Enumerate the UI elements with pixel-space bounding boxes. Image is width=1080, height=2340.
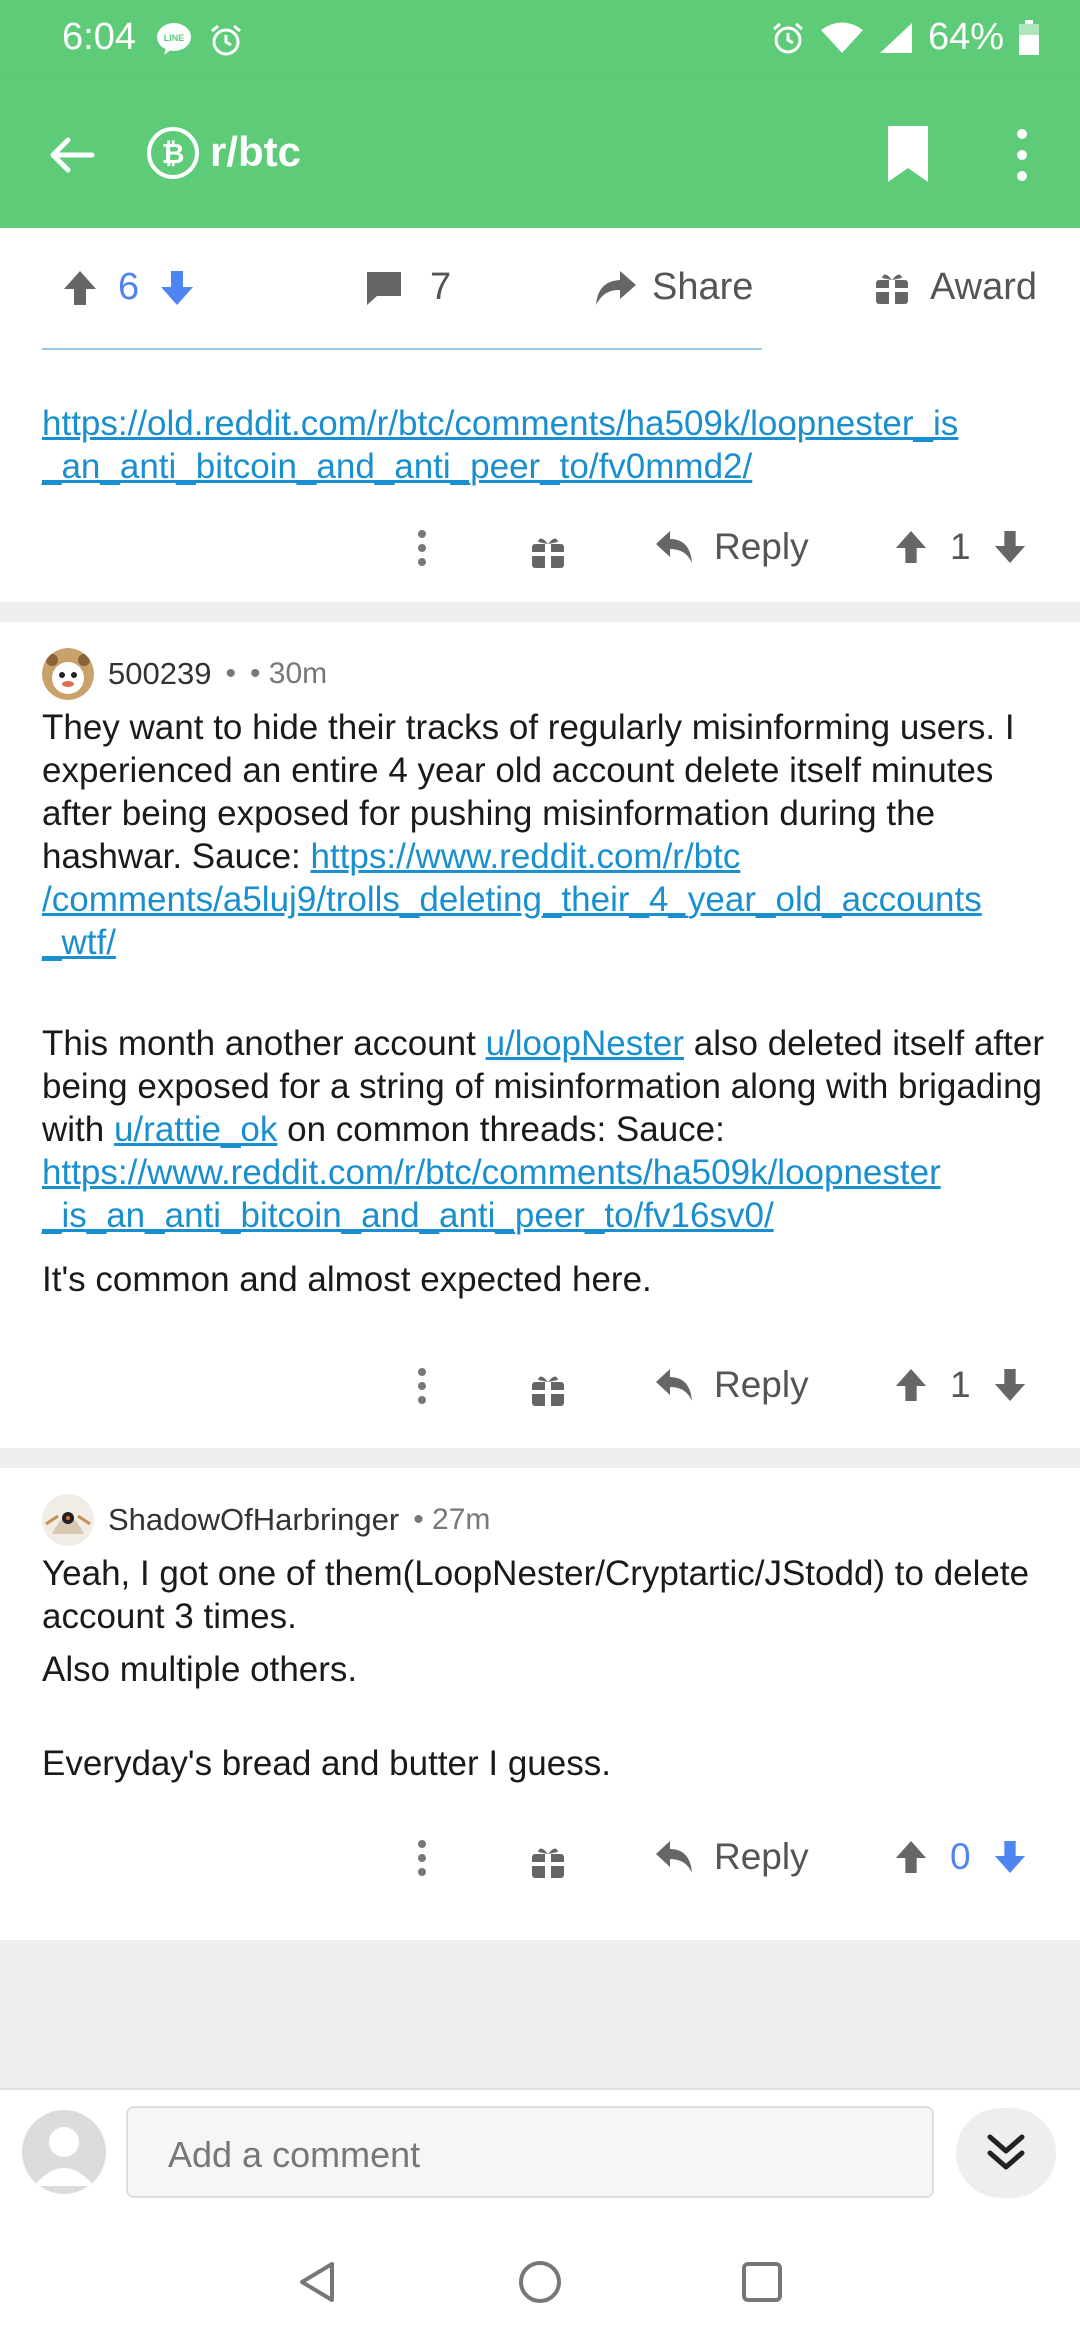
comment-text: on common threads: Sauce: [277, 1110, 725, 1149]
comment-link[interactable]: https://old.reddit.com/r/btc/comments/ha… [42, 404, 958, 486]
nav-recents-icon[interactable] [740, 2260, 784, 2304]
upvote-icon[interactable] [894, 1367, 928, 1403]
upvote-icon[interactable] [894, 529, 928, 565]
comment-actions: Reply 1 [0, 1350, 1080, 1430]
signal-icon [879, 22, 912, 53]
alarm-icon [772, 22, 803, 53]
comment-score: 1 [950, 526, 971, 567]
system-nav-bar [0, 2216, 1080, 2340]
downvote-icon[interactable] [993, 1839, 1027, 1875]
svg-text:₿: ₿ [162, 138, 185, 169]
reply-button[interactable]: Reply [654, 526, 809, 568]
comment: https://old.reddit.com/r/btc/comments/ha… [0, 348, 1080, 602]
comment-header: 500239 • • 30m [42, 648, 327, 700]
more-vert-icon[interactable] [410, 1364, 434, 1408]
status-time: 6:04 [62, 16, 136, 58]
bitcoin-icon: ₿ [147, 127, 199, 179]
reply-label: Reply [714, 1836, 809, 1877]
comment-header: ShadowOfHarbringer • 27m [42, 1494, 490, 1546]
reply-button[interactable]: Reply [654, 1364, 809, 1406]
comment-body: https://old.reddit.com/r/btc/comments/ha… [42, 402, 1052, 488]
gift-icon[interactable] [530, 534, 566, 570]
comment-text: This month another account [42, 1024, 486, 1063]
comment-body: This month another account u/loopNester … [42, 1022, 1052, 1237]
share-icon [596, 270, 636, 305]
more-vert-icon[interactable] [410, 526, 434, 570]
comment-separator [0, 602, 1080, 622]
app-bar: ₿ r/btc [0, 80, 1080, 228]
expand-button[interactable] [956, 2108, 1056, 2198]
comment-body: They want to hide their tracks of regula… [42, 706, 1052, 964]
comment-text: Also multiple others. [42, 1650, 358, 1689]
comment-time: • 30m [249, 657, 328, 690]
double-chevron-down-icon [987, 2134, 1025, 2170]
nav-home-icon[interactable] [518, 2260, 562, 2304]
bookmark-icon[interactable] [884, 124, 932, 186]
comment-score: 1 [950, 1364, 971, 1405]
reply-button[interactable]: Reply [654, 1836, 809, 1878]
comment-text: Yeah, I got one of them(LoopNester/Crypt… [42, 1554, 1030, 1636]
comments-count: 7 [430, 266, 452, 308]
more-vert-icon[interactable] [410, 1836, 434, 1880]
comment-time: • 27m [413, 1503, 491, 1536]
add-comment-input[interactable]: Add a comment [126, 2106, 934, 2198]
reply-label: Reply [714, 526, 809, 567]
user-avatar[interactable] [22, 2110, 106, 2194]
post-score: 6 [118, 266, 140, 308]
wifi-icon [820, 22, 863, 53]
share-label: Share [652, 266, 754, 308]
gift-icon [876, 273, 908, 304]
comment-separator [0, 1448, 1080, 1468]
status-bar: 6:04 LINE 64% [0, 0, 1080, 80]
comment-actions: Reply 1 [0, 512, 1080, 592]
gift-icon[interactable] [530, 1372, 566, 1408]
line-notification-icon: LINE [157, 23, 191, 55]
reply-icon [656, 1369, 692, 1401]
user-link[interactable]: u/loopNester [486, 1024, 684, 1063]
avatar[interactable] [42, 1494, 94, 1546]
downvote-icon[interactable] [993, 529, 1027, 565]
gift-icon[interactable] [530, 1844, 566, 1880]
comment-text: Everyday's bread and butter I guess. [42, 1744, 611, 1783]
comment-author[interactable]: ShadowOfHarbringer [108, 1502, 399, 1538]
reply-icon [656, 1841, 692, 1873]
award-label: Award [930, 266, 1038, 308]
comment-text: It's common and almost expected here. [42, 1260, 652, 1299]
more-vert-icon[interactable] [1000, 124, 1044, 186]
comment-score: 0 [950, 1836, 971, 1877]
share-button[interactable]: Share [594, 266, 753, 309]
battery-percent: 64% [927, 16, 1004, 58]
user-link[interactable]: u/rattie_ok [114, 1110, 277, 1149]
battery-icon [1019, 19, 1039, 55]
upvote-icon[interactable] [894, 1839, 928, 1875]
nav-back-icon[interactable] [296, 2260, 340, 2304]
svg-text:LINE: LINE [164, 33, 185, 43]
award-button[interactable]: Award [874, 266, 1037, 309]
comment-icon [367, 271, 401, 305]
comment-link[interactable]: https://www.reddit.com/r/btc/comments/ha… [42, 1153, 941, 1235]
reply-icon [656, 531, 692, 563]
post-actions-bar: 6 7 Share Award [0, 228, 1080, 350]
comment-actions: Reply 0 [0, 1822, 1080, 1902]
comment-compose-bar: Add a comment [0, 2088, 1080, 2218]
back-arrow-icon[interactable] [44, 128, 98, 182]
upvote-icon[interactable] [62, 269, 98, 307]
reply-label: Reply [714, 1364, 809, 1405]
comment: ShadowOfHarbringer • 27m Yeah, I got one… [0, 1468, 1080, 1940]
downvote-icon[interactable] [993, 1367, 1027, 1403]
downvote-icon[interactable] [159, 269, 195, 307]
avatar[interactable] [42, 648, 94, 700]
cut-off-link-underline [42, 348, 762, 350]
comment: 500239 • • 30m They want to hide their t… [0, 622, 1080, 1448]
empty-area [0, 1940, 1080, 2088]
comments-count-button[interactable]: 7 [364, 266, 451, 309]
separator-dot: • [225, 657, 236, 690]
comment-author[interactable]: 500239 [108, 656, 211, 692]
subreddit-title[interactable]: r/btc [210, 128, 301, 176]
alarm-icon [211, 24, 241, 56]
